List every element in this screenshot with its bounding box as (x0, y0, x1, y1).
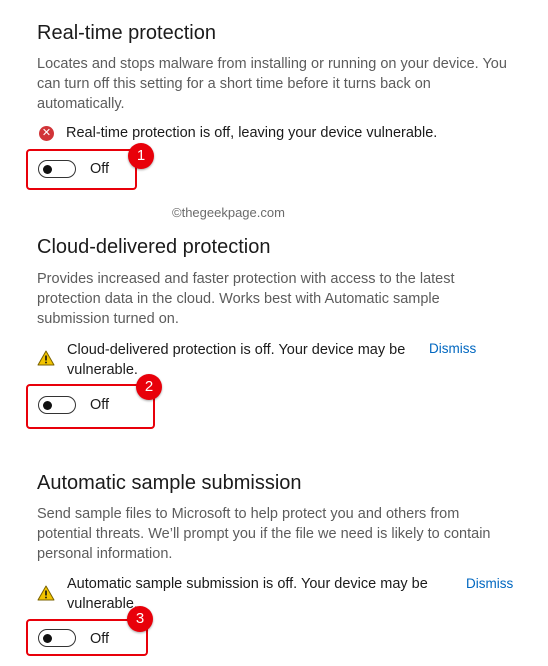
status-line: Cloud-delivered protection is off. Your … (67, 342, 406, 358)
step-badge-3: 3 (127, 606, 153, 632)
description-line: Send sample files to Microsoft to help p… (37, 506, 460, 522)
toggle-state-label: Off (90, 397, 110, 413)
dismiss-link[interactable]: Dismiss (429, 341, 476, 356)
toggle-state-label: Off (90, 161, 110, 177)
description-line: protection data in the cloud. Works best… (37, 291, 440, 307)
section-description: Send sample files to Microsoft to help p… (37, 504, 491, 564)
status-message: Automatic sample submission is off. Your… (67, 574, 428, 614)
section-description: Locates and stops malware from installin… (37, 54, 507, 114)
description-line: potential threats. We’ll prompt you if t… (37, 526, 491, 542)
description-line: automatically. (37, 96, 125, 112)
description-line: Provides increased and faster protection… (37, 271, 455, 287)
cloud-delivered-protection-toggle[interactable] (38, 396, 76, 414)
error-icon: ✕ (39, 126, 54, 141)
description-line: can turn off this setting for a short ti… (37, 76, 431, 92)
section-title-real-time-protection: Real-time protection (37, 22, 216, 44)
status-message: Real-time protection is off, leaving you… (66, 125, 438, 141)
status-line: vulnerable. (67, 596, 138, 612)
warning-icon (37, 585, 55, 601)
watermark: ©thegeekpage.com (172, 205, 285, 220)
status-line: Automatic sample submission is off. Your… (67, 576, 428, 592)
toggle-knob (43, 633, 52, 643)
description-line: submission turned on. (37, 311, 179, 327)
toggle-knob (43, 164, 52, 174)
section-description: Provides increased and faster protection… (37, 269, 455, 329)
description-line: personal information. (37, 546, 173, 562)
warning-icon (37, 350, 55, 366)
real-time-protection-toggle[interactable] (38, 160, 76, 178)
toggle-knob (43, 400, 52, 410)
section-title-automatic-sample-submission: Automatic sample submission (37, 472, 302, 494)
dismiss-link[interactable]: Dismiss (466, 576, 513, 591)
section-title-cloud-delivered-protection: Cloud-delivered protection (37, 236, 271, 258)
toggle-state-label: Off (90, 631, 110, 647)
description-line: Locates and stops malware from installin… (37, 56, 507, 72)
status-message: Cloud-delivered protection is off. Your … (67, 340, 405, 380)
status-line: vulnerable. (67, 362, 138, 378)
automatic-sample-submission-toggle[interactable] (38, 629, 76, 647)
step-badge-1: 1 (128, 143, 154, 169)
step-badge-2: 2 (136, 374, 162, 400)
